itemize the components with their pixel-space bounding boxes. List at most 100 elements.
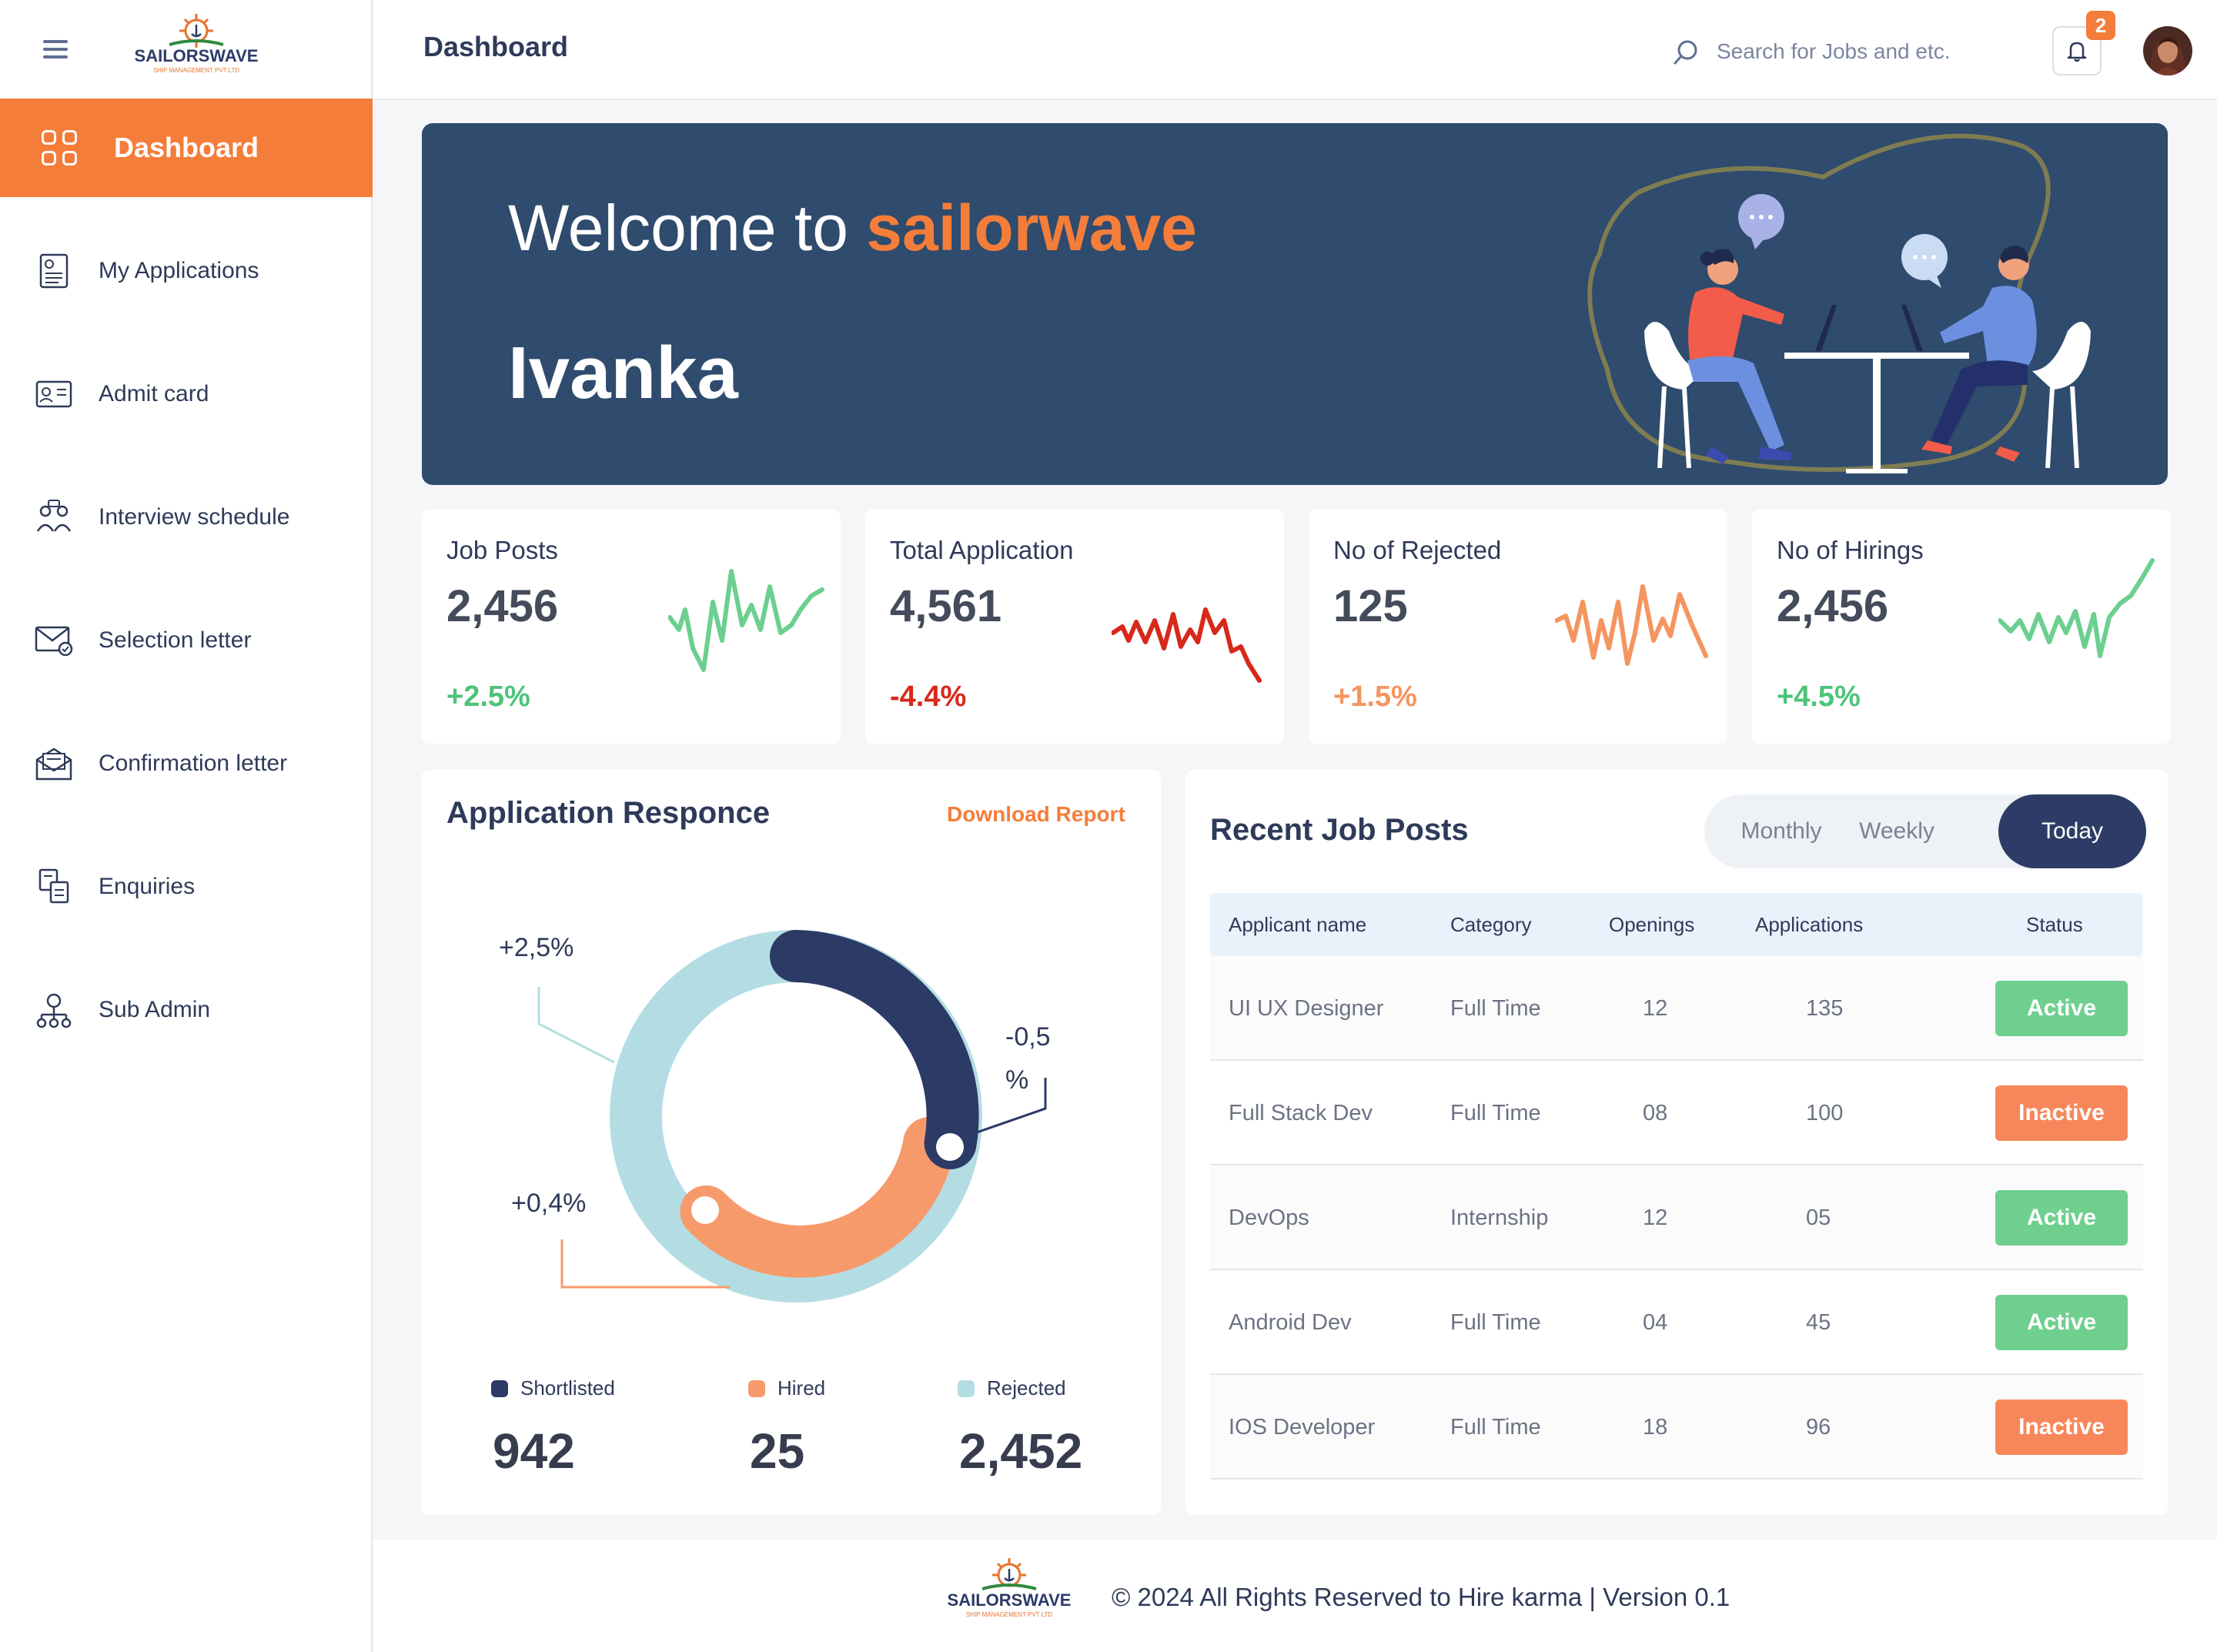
cell-name: Android Dev bbox=[1229, 1310, 1352, 1335]
cell-applications: 96 bbox=[1806, 1415, 1831, 1440]
sparkline-icon bbox=[1112, 607, 1262, 683]
legend-rejected: Rejected bbox=[958, 1376, 1066, 1400]
meeting-illustration bbox=[1587, 133, 2091, 473]
table-row[interactable]: Full Stack Dev Full Time 08 100 Inactive bbox=[1210, 1061, 2143, 1165]
sidebar-item-label: My Applications bbox=[99, 258, 259, 283]
sparkline-icon bbox=[1555, 584, 1708, 666]
stat-change: +4.5% bbox=[1777, 681, 1861, 713]
search-icon[interactable] bbox=[1670, 37, 1701, 68]
sidebar-item-label: Selection letter bbox=[99, 627, 252, 653]
sailorswave-logo[interactable]: SAILORSWAVE SHIP MANAGEMENT PVT LTD bbox=[123, 11, 269, 80]
sidebar-item-sub-admin[interactable]: Sub Admin bbox=[0, 975, 373, 1045]
cell-name: Full Stack Dev bbox=[1229, 1101, 1373, 1125]
sidebar-item-label: Enquiries bbox=[99, 874, 196, 899]
table-row[interactable]: DevOps Internship 12 05 Active bbox=[1210, 1165, 2143, 1270]
svg-text:SHIP MANAGEMENT PVT LTD: SHIP MANAGEMENT PVT LTD bbox=[966, 1611, 1053, 1618]
cell-category: Full Time bbox=[1450, 1415, 1541, 1440]
tab-monthly[interactable]: Monthly bbox=[1727, 794, 1835, 868]
welcome-banner: Welcome to sailorwave Ivanka bbox=[422, 123, 2168, 485]
sidebar-item-enquiries[interactable]: Enquiries bbox=[0, 852, 373, 921]
sidebar-item-label: Sub Admin bbox=[99, 997, 211, 1022]
table-row[interactable]: Android Dev Full Time 04 45 Active bbox=[1210, 1270, 2143, 1375]
card-title: Recent Job Posts bbox=[1210, 813, 1469, 847]
sidebar-item-interview-schedule[interactable]: Interview schedule bbox=[0, 483, 373, 552]
page-title: Dashboard bbox=[423, 31, 569, 62]
stat-title: Job Posts bbox=[446, 536, 558, 564]
cell-applications: 100 bbox=[1806, 1101, 1844, 1125]
stat-card-no-of-hirings[interactable]: No of Hirings 2,456 +4.5% bbox=[1752, 510, 2171, 744]
status-badge[interactable]: Inactive bbox=[1995, 1400, 2128, 1455]
copyright-text: © 2024 All Rights Reserved to Hire karma… bbox=[1112, 1583, 1730, 1611]
cell-applications: 45 bbox=[1806, 1310, 1831, 1335]
stat-card-no-of-rejected[interactable]: No of Rejected 125 +1.5% bbox=[1309, 510, 1727, 744]
footer: SAILORSWAVE SHIP MANAGEMENT PVT LTD © 20… bbox=[374, 1540, 2217, 1652]
tab-today[interactable]: Today bbox=[1998, 794, 2146, 868]
sidebar-item-selection-letter[interactable]: Selection letter bbox=[0, 606, 373, 675]
dashboard-grid-icon bbox=[42, 130, 77, 166]
search-input[interactable] bbox=[1717, 34, 2040, 69]
column-header: Applicant name bbox=[1229, 913, 1367, 936]
cell-openings: 12 bbox=[1643, 1206, 1668, 1230]
callout-shortlisted-unit: % bbox=[1005, 1065, 1028, 1095]
interview-icon bbox=[34, 497, 74, 537]
cell-openings: 04 bbox=[1643, 1310, 1668, 1335]
shortlisted-value: 942 bbox=[493, 1423, 575, 1479]
download-report-link[interactable]: Download Report bbox=[947, 802, 1125, 827]
svg-text:SAILORSWAVE: SAILORSWAVE bbox=[948, 1590, 1072, 1610]
user-name: Ivanka bbox=[508, 332, 738, 414]
avatar[interactable] bbox=[2143, 26, 2192, 75]
svg-text:SHIP MANAGEMENT PVT LTD: SHIP MANAGEMENT PVT LTD bbox=[153, 67, 240, 74]
hamburger-menu-icon[interactable] bbox=[40, 37, 71, 62]
table-header: Applicant name Category Openings Applica… bbox=[1210, 893, 2143, 956]
status-badge[interactable]: Active bbox=[1995, 981, 2128, 1036]
cell-applications: 135 bbox=[1806, 996, 1844, 1021]
status-badge[interactable]: Active bbox=[1995, 1295, 2128, 1350]
cell-category: Full Time bbox=[1450, 996, 1541, 1021]
sidebar-item-label: Interview schedule bbox=[99, 504, 290, 530]
callout-shortlisted: -0,5 bbox=[1005, 1022, 1051, 1052]
table-row[interactable]: IOS Developer Full Time 18 96 Inactive bbox=[1210, 1375, 2143, 1480]
table-row[interactable]: UI UX Designer Full Time 12 135 Active bbox=[1210, 956, 2143, 1061]
sidebar-item-dashboard[interactable]: Dashboard bbox=[0, 99, 373, 197]
stat-title: No of Hirings bbox=[1777, 536, 1924, 564]
callout-hired: +0,4% bbox=[511, 1189, 586, 1218]
cell-name: UI UX Designer bbox=[1229, 996, 1384, 1021]
document-icon bbox=[34, 251, 74, 291]
sidebar-item-label: Confirmation letter bbox=[99, 751, 288, 776]
sidebar-item-label: Admit card bbox=[99, 381, 209, 406]
rejected-value: 2,452 bbox=[959, 1423, 1083, 1479]
svg-text:SAILORSWAVE: SAILORSWAVE bbox=[135, 46, 259, 65]
stat-value: 4,561 bbox=[890, 581, 1002, 631]
column-header: Applications bbox=[1755, 913, 1864, 936]
column-header: Category bbox=[1450, 913, 1532, 936]
bell-icon bbox=[2067, 42, 2087, 62]
notification-badge: 2 bbox=[2086, 11, 2115, 40]
donut-segment-shortlisted bbox=[770, 930, 979, 1169]
stat-value: 2,456 bbox=[446, 581, 559, 631]
tab-weekly[interactable]: Weekly bbox=[1843, 794, 1951, 868]
stat-card-total-application[interactable]: Total Application 4,561 -4.4% bbox=[865, 510, 1284, 744]
stat-card-job-posts[interactable]: Job Posts 2,456 +2.5% bbox=[422, 510, 841, 744]
sidebar-item-admit-card[interactable]: Admit card bbox=[0, 359, 373, 429]
cell-category: Internship bbox=[1450, 1206, 1549, 1230]
column-header: Openings bbox=[1609, 913, 1695, 936]
welcome-heading: Welcome to sailorwave bbox=[508, 192, 1197, 264]
sidebar-item-label: Dashboard bbox=[114, 132, 259, 163]
application-response-card: Application Responce Download Report +2,… bbox=[422, 770, 1161, 1515]
sidebar: SAILORSWAVE SHIP MANAGEMENT PVT LTD Dash… bbox=[0, 0, 373, 1652]
cell-category: Full Time bbox=[1450, 1101, 1541, 1125]
stat-value: 2,456 bbox=[1777, 581, 1889, 631]
donut-segment-hired bbox=[680, 1117, 956, 1278]
response-donut-chart: +2,5% -0,5 % +0,4% bbox=[499, 930, 1051, 1303]
callout-rejected: +2,5% bbox=[499, 933, 573, 962]
sparkline-icon bbox=[1998, 558, 2155, 658]
stat-title: No of Rejected bbox=[1333, 536, 1502, 564]
legend-hired: Hired bbox=[748, 1376, 825, 1400]
sidebar-item-my-applications[interactable]: My Applications bbox=[0, 236, 373, 306]
enquiry-icon bbox=[34, 867, 74, 907]
status-badge[interactable]: Inactive bbox=[1995, 1085, 2128, 1141]
sidebar-item-confirmation-letter[interactable]: Confirmation letter bbox=[0, 729, 373, 798]
status-badge[interactable]: Active bbox=[1995, 1190, 2128, 1246]
stat-change: +2.5% bbox=[446, 681, 530, 713]
card-title: Application Responce bbox=[446, 796, 771, 830]
